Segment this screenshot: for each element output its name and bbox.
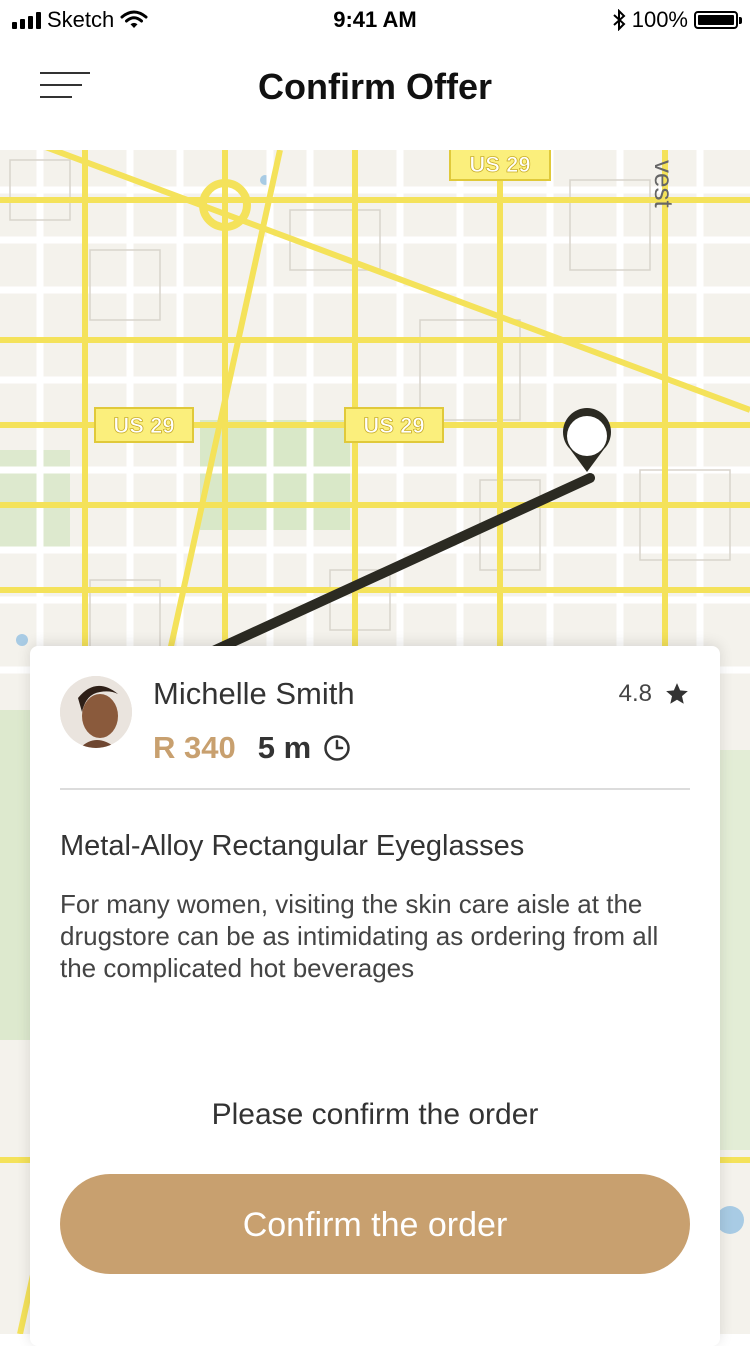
svg-text:US 29: US 29: [113, 413, 174, 438]
svg-text:US 29: US 29: [363, 413, 424, 438]
driver-name: Michelle Smith: [153, 676, 355, 711]
offer-price: R 340: [153, 730, 236, 765]
eta-value: 5 m: [257, 730, 312, 765]
star-icon: [666, 683, 688, 704]
location-pin-icon[interactable]: [563, 408, 611, 472]
avatar: [60, 676, 132, 748]
park-area: [0, 450, 70, 550]
bluetooth-icon: [613, 9, 626, 31]
confirm-order-button[interactable]: Confirm the order: [60, 1174, 690, 1274]
route-shield: US 29: [94, 407, 194, 443]
product-title: Metal-Alloy Rectangular Eyeglasses: [60, 830, 525, 862]
confirm-prompt: Please confirm the order: [211, 1098, 539, 1131]
route-shield: US 29: [449, 150, 551, 181]
battery-fill: [698, 15, 734, 25]
status-bar: Sketch 9:41 AM 100%: [0, 0, 750, 40]
page-title: Confirm Offer: [258, 66, 492, 107]
battery-percent: 100%: [631, 7, 688, 32]
status-right: 100%: [612, 7, 742, 33]
water-area: [716, 1206, 744, 1234]
rating-value: 4.8: [618, 680, 652, 707]
driver-rating: 4.8: [619, 680, 690, 708]
street-label: vest: [649, 160, 679, 208]
route-shield: US 29: [344, 407, 444, 443]
svg-text:US 29: US 29: [469, 152, 530, 177]
price-eta-row: R 340 5 m: [153, 730, 351, 766]
divider: [60, 788, 690, 790]
nav-bar: Confirm Offer: [0, 40, 750, 150]
clock-icon: [323, 734, 351, 762]
driver-photo: [60, 676, 132, 748]
water-area: [16, 634, 28, 646]
product-description: For many women, visiting the skin care a…: [60, 889, 659, 983]
battery-icon: [694, 11, 742, 29]
offer-card: Michelle Smith 4.8 R 340 5 m Metal-Alloy…: [30, 646, 720, 1346]
